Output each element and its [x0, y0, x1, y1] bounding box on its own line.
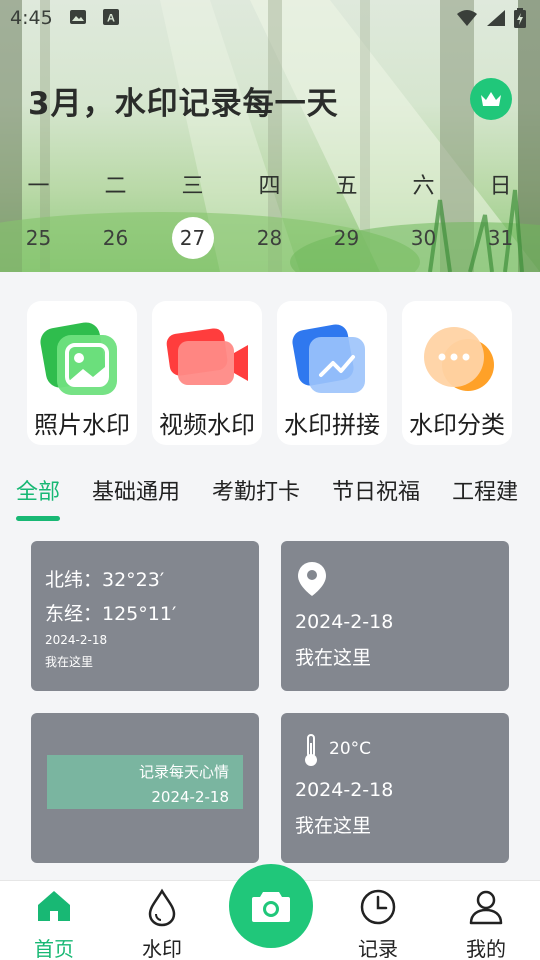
nav-records-label: 记录 [358, 937, 398, 960]
status-bar: 4:45 A [0, 0, 540, 36]
clock-icon [360, 889, 396, 925]
date-row: 25 26 27 28 29 30 31 [0, 217, 540, 259]
user-icon [469, 890, 503, 925]
page-title: 3月，水印记录每一天 [28, 86, 339, 122]
nav-watermark[interactable]: 水印 [122, 881, 202, 960]
date-cell[interactable]: 30 [385, 218, 462, 258]
weekday-label: 六 [412, 174, 435, 199]
tab-attendance[interactable]: 考勤打卡 [212, 474, 300, 524]
header-banner: 4:45 A 3月，水印记录每一天 一 二 三 四 五 六 日 25 26 27… [0, 0, 540, 272]
feature-watermark-stitch[interactable]: 水印拼接 [277, 301, 387, 445]
wifi-icon [457, 10, 477, 26]
place-text: 我在这里 [295, 647, 372, 669]
nav-mine-label: 我的 [466, 937, 506, 960]
date-text: 2024-2-18 [151, 788, 229, 806]
camera-button[interactable] [229, 864, 313, 948]
weekday-label: 日 [489, 174, 512, 199]
feature-label: 水印拼接 [284, 411, 380, 439]
tab-engineering[interactable]: 工程建 [452, 474, 518, 524]
template-card-coordinates[interactable]: 北纬：32°23′ 东经：125°11′ 2024-2-18 我在这里 [31, 541, 259, 691]
place-text: 我在这里 [45, 655, 94, 669]
feature-watermark-category[interactable]: 水印分类 [402, 301, 512, 445]
font-icon: A [102, 9, 123, 27]
signal-icon [487, 10, 505, 26]
nav-records[interactable]: 记录 [338, 881, 418, 960]
feature-label: 视频水印 [159, 411, 255, 439]
crown-icon [481, 92, 501, 106]
date-cell[interactable]: 26 [77, 218, 154, 258]
date-cell[interactable]: 29 [308, 218, 385, 258]
date-cell[interactable]: 28 [231, 218, 308, 258]
template-card-mood[interactable]: 记录每天心情 2024-2-18 [31, 713, 259, 863]
thermometer-icon [305, 734, 317, 766]
weekday-label: 二 [104, 174, 127, 199]
date-cell[interactable]: 31 [462, 218, 539, 258]
weekday-label: 五 [335, 174, 358, 199]
latitude-text: 北纬：32°23′ [45, 569, 165, 591]
place-text: 我在这里 [295, 815, 372, 837]
water-drop-icon [148, 888, 176, 927]
tab-all[interactable]: 全部 [16, 474, 61, 524]
mood-text: 记录每天心情 [138, 763, 229, 781]
feature-cards: 照片水印 视频水印 水印拼接 水印分类 [27, 301, 517, 445]
status-time: 4:45 [10, 7, 53, 29]
date-cell-today[interactable]: 27 [154, 217, 231, 259]
date-text: 2024-2-18 [295, 611, 394, 633]
watermark-category-icon [424, 327, 494, 391]
watermark-stitch-icon [292, 324, 365, 393]
longitude-text: 东经：125°11′ [45, 603, 177, 625]
category-tabs: 全部 基础通用 考勤打卡 节日祝福 工程建 [16, 474, 540, 524]
today-date: 27 [171, 217, 214, 259]
video-watermark-icon [166, 328, 248, 385]
nav-home-label: 首页 [34, 937, 74, 960]
location-pin-icon [298, 562, 326, 596]
tab-basic[interactable]: 基础通用 [92, 474, 180, 524]
nav-home[interactable]: 首页 [14, 881, 94, 960]
weekday-label: 三 [181, 174, 204, 199]
date-text: 2024-2-18 [45, 633, 108, 647]
nav-mine[interactable]: 我的 [446, 881, 526, 960]
vip-crown-button[interactable] [470, 78, 512, 120]
date-text: 2024-2-18 [295, 779, 394, 801]
feature-label: 水印分类 [409, 411, 505, 439]
camera-icon [252, 892, 290, 922]
photo-watermark-icon [40, 322, 117, 395]
feature-label: 照片水印 [34, 411, 130, 439]
feature-video-watermark[interactable]: 视频水印 [152, 301, 262, 445]
template-card-location[interactable]: 2024-2-18 我在这里 [281, 541, 509, 691]
nav-watermark-label: 水印 [142, 937, 182, 960]
home-icon [38, 891, 70, 921]
battery-charging-icon [514, 8, 526, 28]
feature-photo-watermark[interactable]: 照片水印 [27, 301, 137, 445]
weekday-label: 四 [258, 174, 281, 199]
temperature-text: 20°C [329, 739, 372, 759]
weekday-label: 一 [27, 174, 50, 199]
image-icon [69, 9, 89, 27]
template-card-weather[interactable]: 20°C 2024-2-18 我在这里 [281, 713, 509, 863]
mood-note: 记录每天心情 2024-2-18 [47, 755, 243, 809]
date-cell[interactable]: 25 [0, 218, 77, 258]
tab-holiday[interactable]: 节日祝福 [332, 474, 420, 524]
weekday-row: 一 二 三 四 五 六 日 [0, 164, 540, 204]
svg-text:A: A [107, 13, 115, 25]
